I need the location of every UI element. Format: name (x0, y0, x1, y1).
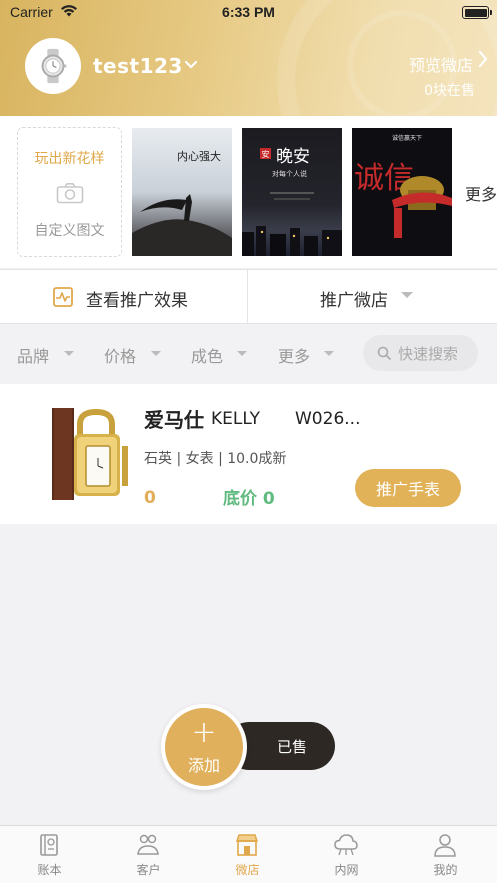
add-label: 添加 (187, 756, 220, 775)
product-floor-price: 底价 0 (223, 489, 275, 509)
template-strip: 玩出新花样 自定义图文 内心强大 安 晚安 对每个人说 诚信赢天下 诚信 更多 (0, 116, 497, 268)
tab-profile[interactable]: 我的 (396, 826, 495, 883)
filter-price[interactable]: 价格 (104, 343, 136, 367)
preview-shop-link[interactable]: 预览微店 (409, 52, 473, 76)
condition-caret-icon (237, 351, 247, 356)
promote-watch-button[interactable]: 推广手表 (355, 469, 461, 507)
username[interactable]: test123 (93, 54, 183, 78)
activity-chart-icon (53, 287, 73, 307)
chevron-down-icon[interactable] (184, 58, 198, 74)
custom-template-card[interactable]: 玩出新花样 自定义图文 (17, 127, 122, 257)
profile-icon (434, 834, 456, 857)
tab-ledger[interactable]: 账本 (0, 826, 99, 883)
on-sale-count: 0块在售 (424, 83, 475, 99)
filter-bar: 品牌 价格 成色 更多 快速搜索 (0, 325, 497, 381)
chevron-right-icon[interactable] (477, 50, 489, 73)
plus-icon: + (191, 715, 217, 750)
customers-icon (137, 834, 159, 855)
clock: 6:33 PM (222, 4, 275, 20)
watch-image (52, 408, 128, 500)
filter-more[interactable]: 更多 (278, 343, 310, 367)
status-bar: Carrier 6:33 PM (0, 0, 497, 24)
poster-template-3[interactable]: 诚信赢天下 诚信 (352, 128, 452, 256)
tab-customers[interactable]: 客户 (99, 826, 198, 883)
tab-label: 微店 (235, 863, 260, 877)
header: Carrier 6:33 PM test123 预览微店 0块在售 (0, 0, 497, 116)
view-promotion-effect-label: 查看推广效果 (86, 291, 188, 311)
sold-label: 已售 (277, 738, 308, 756)
brand-caret-icon (64, 351, 74, 356)
product-model: KELLY (211, 409, 260, 429)
tab-intranet[interactable]: 内网 (297, 826, 396, 883)
poster-1-artwork: 内心强大 (132, 149, 232, 256)
cloud-icon (334, 834, 358, 856)
search-placeholder: 快速搜索 (398, 345, 459, 363)
custom-template-title: 玩出新花样 (34, 151, 105, 167)
promote-shop-label: 推广微店 (320, 291, 388, 311)
poster-template-1[interactable]: 内心强大 (132, 128, 232, 256)
tab-label: 我的 (433, 863, 458, 877)
avatar[interactable] (25, 38, 81, 94)
caret-down-icon (401, 292, 413, 298)
poster-2-title: 晚安 (276, 147, 310, 167)
product-price: 0 (144, 488, 156, 508)
search-input[interactable]: 快速搜索 (363, 335, 478, 371)
action-bar: 查看推广效果 推广微店 (0, 269, 497, 324)
battery-icon (462, 6, 492, 19)
shop-icon (235, 834, 259, 856)
more-caret-icon (324, 351, 334, 356)
filter-brand[interactable]: 品牌 (17, 343, 49, 367)
view-promotion-effect-button[interactable]: 查看推广效果 (0, 270, 248, 324)
poster-1-text: 内心强大 (177, 149, 221, 163)
poster-2-tag: 安 (262, 149, 270, 159)
poster-3-artwork: 诚信赢天下 诚信 (354, 134, 452, 238)
poster-2-artwork: 安 晚安 对每个人说 (242, 147, 342, 256)
poster-3-top-text: 诚信赢天下 (392, 134, 422, 142)
tab-label: 账本 (37, 863, 62, 877)
tab-label: 客户 (136, 863, 161, 877)
product-specs: 石英 | 女表 | 10.0成新 (144, 451, 287, 467)
filter-condition[interactable]: 成色 (191, 343, 223, 367)
product-card[interactable]: 爱马仕 KELLY W026... 石英 | 女表 | 10.0成新 0 底价 … (0, 384, 497, 524)
search-icon (377, 346, 391, 360)
product-brand: 爱马仕 (144, 408, 204, 432)
product-code: W026... (295, 409, 361, 429)
custom-template-label: 自定义图文 (34, 223, 105, 239)
tab-shop[interactable]: 微店 (198, 826, 297, 883)
watch-avatar-icon (41, 48, 67, 84)
tab-label: 内网 (334, 863, 359, 877)
add-button[interactable]: + 添加 (161, 704, 247, 790)
poster-2-subtitle: 对每个人说 (272, 169, 307, 178)
tab-bar: 账本 客户 微店 内网 我的 (0, 825, 497, 883)
ledger-icon (40, 834, 58, 856)
poster-template-2[interactable]: 安 晚安 对每个人说 (242, 128, 342, 256)
more-templates-link[interactable]: 更多 (465, 181, 497, 205)
price-caret-icon (151, 351, 161, 356)
camera-icon (56, 183, 84, 204)
